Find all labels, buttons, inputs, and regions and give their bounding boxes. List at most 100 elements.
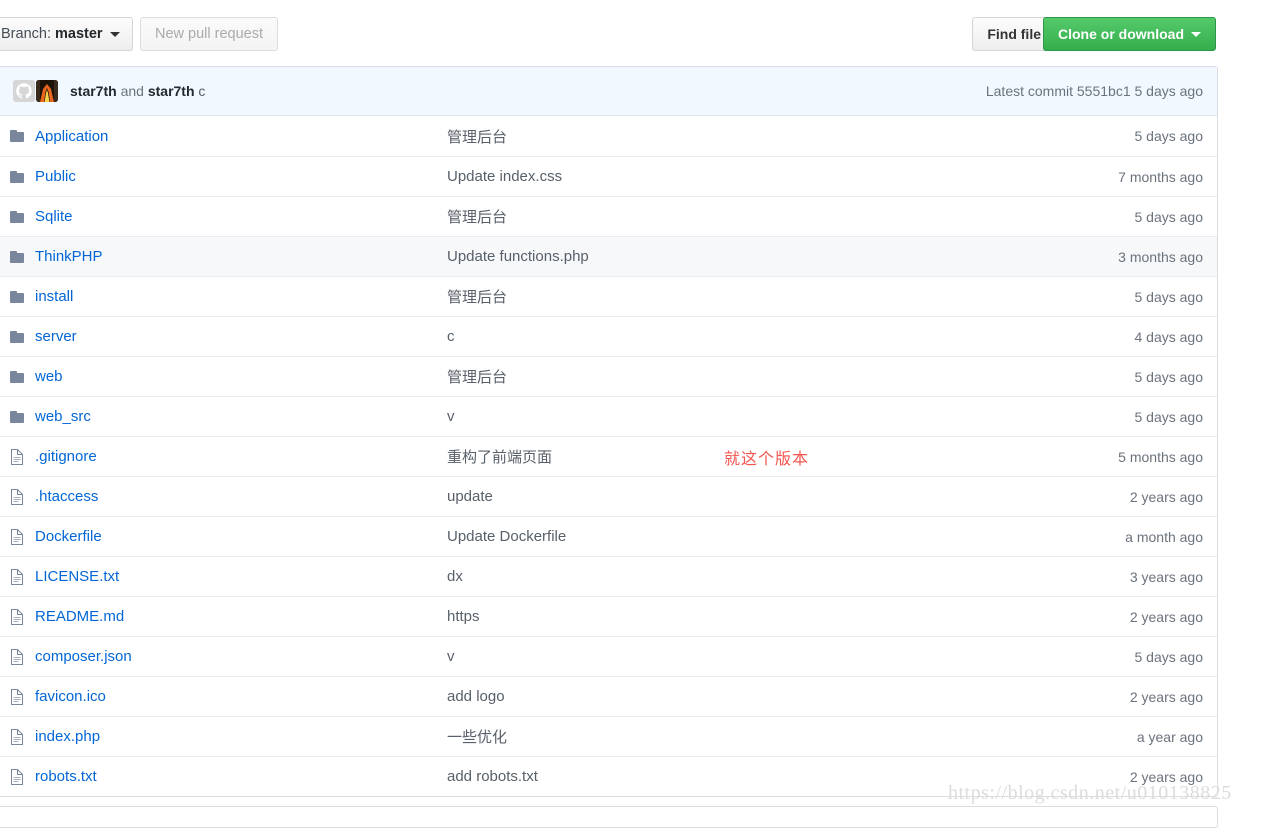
latest-commit-meta: Latest commit 5551bc1 5 days ago: [985, 83, 1203, 99]
file-icon: [9, 768, 35, 785]
file-icon: [9, 568, 35, 585]
file-name-cell: Application: [35, 128, 447, 145]
commit-authors: star7th and star7th c: [70, 83, 205, 99]
branch-selector-label: Branch:: [1, 26, 51, 42]
table-row[interactable]: ThinkPHP Update functions.php 3 months ago: [0, 236, 1217, 276]
table-row[interactable]: composer.json v 5 days ago: [0, 636, 1217, 676]
file-name-cell: .gitignore: [35, 448, 447, 465]
branch-selector-button[interactable]: Branch: master: [0, 17, 133, 51]
commit-message-cell[interactable]: 管理后台: [447, 126, 1135, 147]
last-modified-cell: 4 days ago: [1134, 328, 1204, 345]
commit-author-secondary[interactable]: star7th: [148, 83, 195, 99]
table-row[interactable]: Sqlite 管理后台 5 days ago: [0, 196, 1217, 236]
folder-icon: [9, 209, 35, 225]
commit-message[interactable]: c: [198, 83, 205, 99]
new-pull-request-label: New pull request: [155, 26, 263, 42]
github-octocat-avatar-icon[interactable]: [13, 80, 35, 102]
chevron-down-icon: [109, 31, 120, 37]
last-modified-cell: 2 years ago: [1129, 608, 1203, 625]
folder-icon: [9, 409, 35, 425]
commit-message-cell[interactable]: 一些优化: [447, 726, 1137, 747]
table-row[interactable]: Dockerfile Update Dockerfile a month ago: [0, 516, 1217, 556]
folder-icon: [9, 329, 35, 345]
table-row[interactable]: README.md https 2 years ago: [0, 596, 1217, 636]
table-row[interactable]: server c 4 days ago: [0, 316, 1217, 356]
file-link[interactable]: index.php: [35, 728, 100, 745]
commit-message-cell[interactable]: 管理后台: [447, 206, 1135, 227]
file-link[interactable]: server: [35, 328, 77, 345]
file-name-cell: ThinkPHP: [35, 248, 447, 265]
file-link[interactable]: .gitignore: [35, 448, 97, 465]
last-modified-cell: 7 months ago: [1118, 168, 1203, 185]
file-icon: [9, 528, 35, 545]
file-icon: [9, 648, 35, 665]
commit-message-cell[interactable]: c: [447, 328, 1135, 345]
file-link[interactable]: Application: [35, 128, 108, 145]
folder-icon: [9, 169, 35, 185]
file-name-cell: robots.txt: [35, 768, 447, 785]
file-link[interactable]: ThinkPHP: [35, 248, 103, 265]
repository-file-table: star7th and star7th c Latest commit 5551…: [0, 66, 1218, 797]
file-icon: [9, 728, 35, 745]
clone-or-download-button[interactable]: Clone or download: [1043, 17, 1216, 51]
file-icon: [9, 448, 35, 465]
file-name-cell: LICENSE.txt: [35, 568, 447, 585]
last-modified-cell: 5 days ago: [1134, 648, 1204, 665]
table-row[interactable]: web 管理后台 5 days ago: [0, 356, 1217, 396]
table-row[interactable]: install 管理后台 5 days ago: [0, 276, 1217, 316]
commit-message-cell[interactable]: Update Dockerfile: [447, 528, 1125, 545]
commit-author-primary[interactable]: star7th: [70, 83, 117, 99]
last-modified-cell: 5 days ago: [1134, 208, 1204, 225]
folder-icon: [9, 289, 35, 305]
table-row[interactable]: favicon.ico add logo 2 years ago: [0, 676, 1217, 716]
repo-toolbar: Branch: master New pull request Find fil…: [0, 0, 1284, 60]
commit-message-cell[interactable]: update: [447, 488, 1130, 505]
new-pull-request-button[interactable]: New pull request: [140, 17, 278, 51]
file-link[interactable]: Dockerfile: [35, 528, 102, 545]
table-row[interactable]: index.php 一些优化 a year ago: [0, 716, 1217, 756]
file-list: Application 管理后台 5 days ago Public Update in…: [0, 116, 1217, 796]
last-modified-cell: 3 years ago: [1129, 568, 1203, 585]
commit-message-cell[interactable]: dx: [447, 568, 1130, 585]
table-row[interactable]: .htaccess update 2 years ago: [0, 476, 1217, 516]
last-modified-cell: 5 days ago: [1134, 408, 1204, 425]
table-row[interactable]: web_src v 5 days ago: [0, 396, 1217, 436]
last-modified-cell: 2 years ago: [1129, 688, 1203, 705]
file-link[interactable]: LICENSE.txt: [35, 568, 119, 585]
table-row[interactable]: Application 管理后台 5 days ago: [0, 116, 1217, 156]
last-modified-cell: 2 years ago: [1129, 488, 1203, 505]
file-icon: [9, 688, 35, 705]
file-name-cell: README.md: [35, 608, 447, 625]
chevron-down-icon: [1191, 31, 1201, 37]
file-link[interactable]: web: [35, 368, 63, 385]
table-row[interactable]: LICENSE.txt dx 3 years ago: [0, 556, 1217, 596]
file-link[interactable]: README.md: [35, 608, 124, 625]
folder-icon: [9, 249, 35, 265]
file-icon: [9, 608, 35, 625]
commit-message-cell[interactable]: v: [447, 648, 1135, 665]
user-avatar[interactable]: [36, 80, 58, 102]
file-link[interactable]: install: [35, 288, 73, 305]
file-icon: [9, 488, 35, 505]
latest-commit-header: star7th and star7th c Latest commit 5551…: [0, 67, 1217, 116]
folder-icon: [9, 128, 35, 144]
commit-message-cell[interactable]: v: [447, 408, 1135, 425]
file-name-cell: server: [35, 328, 447, 345]
file-link[interactable]: Public: [35, 168, 76, 185]
file-link[interactable]: robots.txt: [35, 768, 97, 785]
commit-message-cell[interactable]: 管理后台: [447, 286, 1135, 307]
file-link[interactable]: favicon.ico: [35, 688, 106, 705]
commit-message-cell[interactable]: Update functions.php: [447, 248, 1118, 265]
file-link[interactable]: Sqlite: [35, 208, 73, 225]
table-row[interactable]: Public Update index.css 7 months ago: [0, 156, 1217, 196]
commit-message-cell[interactable]: add logo: [447, 688, 1130, 705]
file-name-cell: web: [35, 368, 447, 385]
table-row[interactable]: .gitignore 重构了前端页面 5 months ago: [0, 436, 1217, 476]
file-link[interactable]: composer.json: [35, 648, 132, 665]
file-link[interactable]: .htaccess: [35, 488, 98, 505]
commit-message-cell[interactable]: 管理后台: [447, 366, 1135, 387]
last-modified-cell: 5 months ago: [1118, 448, 1203, 465]
commit-message-cell[interactable]: https: [447, 608, 1130, 625]
file-link[interactable]: web_src: [35, 408, 91, 425]
commit-message-cell[interactable]: Update index.css: [447, 168, 1118, 185]
